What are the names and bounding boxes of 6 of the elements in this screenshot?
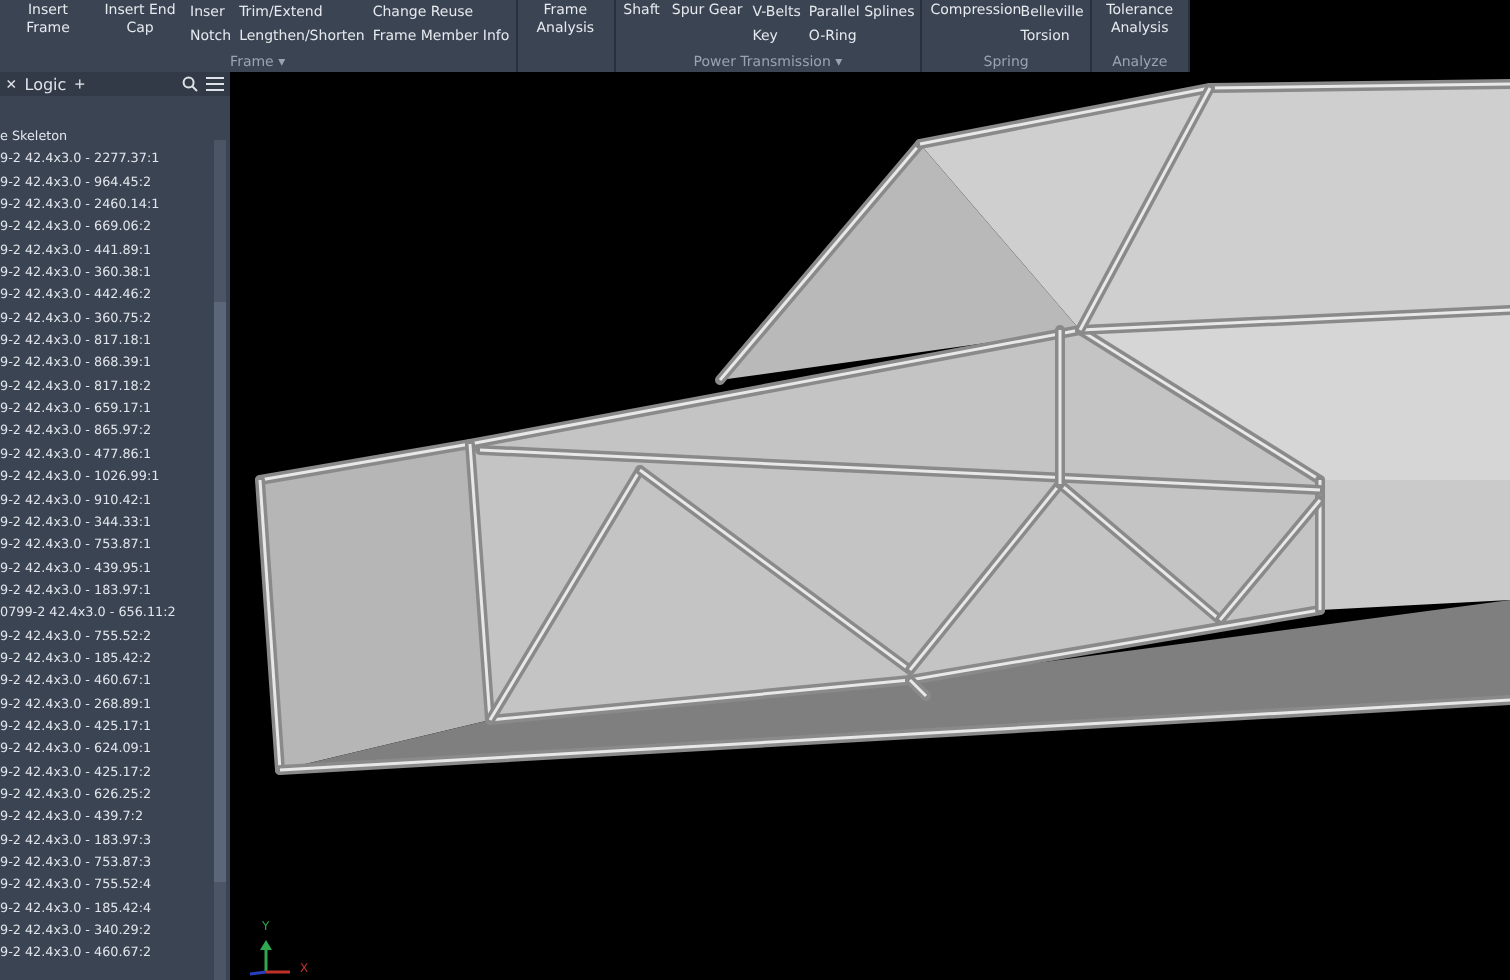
scrollbar-thumb[interactable] [214,302,226,882]
browser-tab[interactable]: Logic [24,75,67,93]
search-icon[interactable] [182,76,198,92]
close-button[interactable]: × [6,74,17,94]
add-tab-button[interactable]: + [74,74,85,94]
menu-icon[interactable] [206,76,224,92]
